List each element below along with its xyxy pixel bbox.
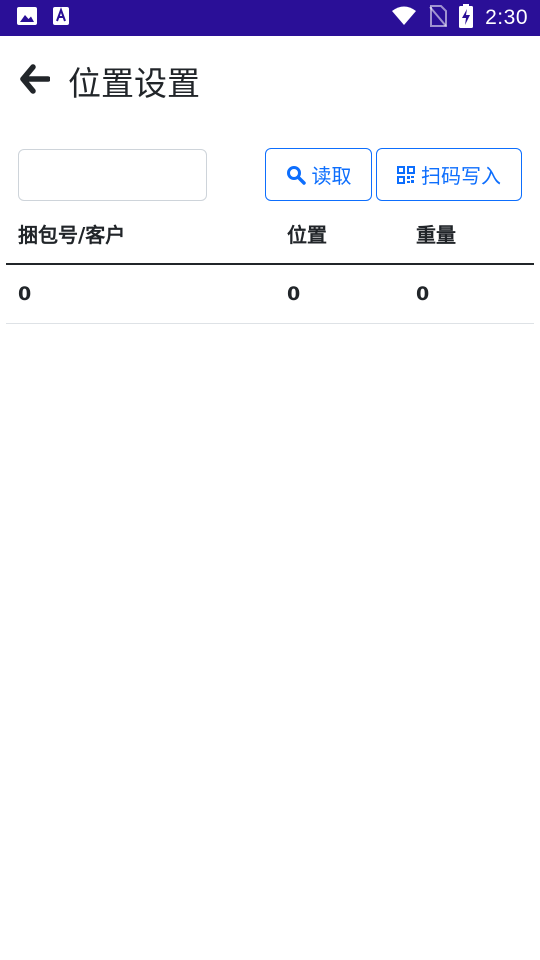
battery-charging-icon (459, 4, 474, 32)
qrcode-icon (397, 165, 415, 184)
read-button[interactable]: 读取 (265, 148, 372, 201)
wifi-icon (391, 6, 417, 30)
status-bar: 2:30 (0, 0, 540, 36)
cell-weight: 0 (416, 283, 430, 305)
status-time: 2:30 (485, 6, 528, 29)
toolbar: 读取 扫码写入 (0, 148, 540, 202)
search-input[interactable] (18, 149, 207, 201)
column-header-weight[interactable]: 重量 (404, 219, 534, 248)
cell-package: 0 (18, 283, 32, 305)
search-icon (286, 165, 306, 185)
page-header: 位置设置 (0, 36, 540, 126)
a-box-icon (52, 6, 70, 30)
status-left (16, 6, 84, 30)
status-right: 2:30 (379, 4, 528, 32)
scan-write-button-label: 扫码写入 (421, 164, 501, 188)
table-header: 捆包号/客户 位置 重量 (6, 204, 534, 265)
image-icon (16, 6, 38, 30)
column-header-location[interactable]: 位置 (275, 219, 404, 248)
table-row[interactable]: 0 0 0 (6, 265, 534, 324)
back-button[interactable] (20, 63, 51, 99)
arrow-left-icon (20, 63, 51, 99)
column-header-package[interactable]: 捆包号/客户 (6, 219, 275, 248)
scan-write-button[interactable]: 扫码写入 (376, 148, 522, 201)
data-table: 捆包号/客户 位置 重量 0 0 0 (6, 204, 534, 324)
no-sim-icon (429, 5, 448, 31)
cell-location: 0 (287, 283, 301, 305)
read-button-label: 读取 (311, 164, 352, 188)
page-title: 位置设置 (68, 64, 200, 103)
